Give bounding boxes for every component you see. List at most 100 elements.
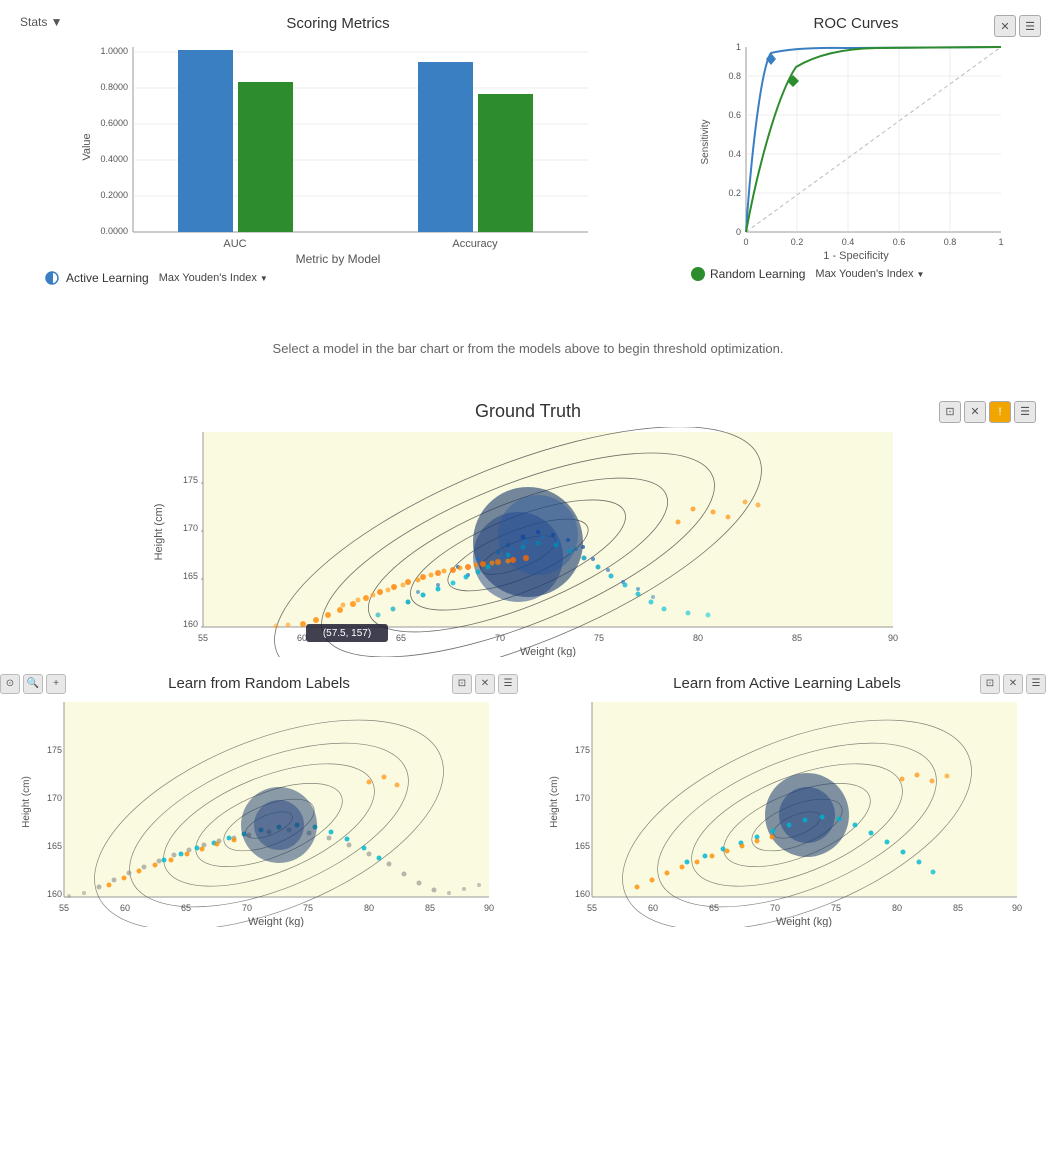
svg-text:70: 70 [770,903,780,913]
active-learning-label: Active Learning [66,271,149,285]
svg-text:70: 70 [242,903,252,913]
threshold-message: Select a model in the bar chart or from … [0,311,1056,376]
svg-text:55: 55 [198,633,208,643]
lr-icon1[interactable]: ⊙ [0,674,20,694]
svg-text:0.8000: 0.8000 [100,82,128,92]
scoring-metrics-panel: Stats ▼ Scoring Metrics 0.0000 0.2000 0.… [10,10,666,291]
svg-text:0.2: 0.2 [791,237,804,247]
roc-menu-btn[interactable]: ☰ [1019,15,1041,37]
svg-text:80: 80 [693,633,703,643]
svg-text:55: 55 [59,903,69,913]
scatter-tooltip-text: (57.5, 157) [323,628,371,639]
svg-text:85: 85 [953,903,963,913]
la-close-btn[interactable]: ✕ [1003,674,1023,694]
svg-text:165: 165 [183,571,198,581]
gt-menu-btn[interactable]: ☰ [1014,401,1036,423]
svg-text:0: 0 [736,227,741,237]
bar-chart-svg[interactable]: 0.0000 0.2000 0.4000 0.6000 0.8000 1.000… [15,37,661,257]
svg-text:90: 90 [484,903,494,913]
lr-icon3[interactable]: + [46,674,66,694]
lr-close-btn[interactable]: ✕ [475,674,495,694]
learn-random-title: Learn from Random Labels [168,675,350,692]
la-resize-btn[interactable]: ⊡ [980,674,1000,694]
svg-text:175: 175 [47,745,62,755]
gt-warning-btn[interactable]: ! [989,401,1011,423]
ground-truth-title: Ground Truth [475,401,581,422]
svg-text:160: 160 [575,889,590,899]
ground-truth-svg[interactable]: Height (cm) 160 165 170 175 55 60 65 70 … [20,427,1036,657]
learn-random-panel: ⊙ 🔍 + Learn from Random Labels ⊡ ✕ ☰ Hei… [0,675,518,930]
learn-random-left-icons: ⊙ 🔍 + [0,674,66,694]
svg-text:55: 55 [587,903,597,913]
svg-text:0.8: 0.8 [728,71,741,81]
svg-text:Value: Value [81,133,93,160]
svg-text:Height (cm): Height (cm) [21,776,32,828]
random-learning-dot [691,267,705,281]
active-learning-icon [45,271,61,285]
svg-text:0.4: 0.4 [842,237,855,247]
svg-text:90: 90 [888,633,898,643]
roc-curves-panel: ROC Curves ✕ ☰ 0 0 [666,10,1046,291]
svg-text:165: 165 [575,841,590,851]
scoring-metrics-title: Scoring Metrics [15,15,661,32]
roc-curves-title: ROC Curves [764,15,949,32]
svg-text:Weight (kg): Weight (kg) [776,916,832,927]
svg-text:1.0000: 1.0000 [100,46,128,56]
svg-text:165: 165 [47,841,62,851]
ground-truth-section: Ground Truth ⊡ ✕ ! ☰ Height (cm) 160 165… [0,396,1056,665]
bar-accuracy-random[interactable] [478,94,533,232]
svg-text:Weight (kg): Weight (kg) [520,646,576,657]
roc-close-btn[interactable]: ✕ [994,15,1016,37]
svg-text:0.4000: 0.4000 [100,154,128,164]
ground-truth-icons: ⊡ ✕ ! ☰ [939,401,1036,423]
svg-text:0.4: 0.4 [728,149,741,159]
bar-accuracy-active[interactable] [418,62,473,232]
learn-random-icons: ⊡ ✕ ☰ [452,674,518,694]
svg-text:Sensitivity: Sensitivity [700,119,711,164]
svg-text:0.0000: 0.0000 [100,226,128,236]
svg-text:85: 85 [792,633,802,643]
lr-resize-btn[interactable]: ⊡ [452,674,472,694]
bar-chart-container: 0.0000 0.2000 0.4000 0.6000 0.8000 1.000… [15,37,661,260]
la-menu-btn[interactable]: ☰ [1026,674,1046,694]
svg-text:0.8: 0.8 [944,237,957,247]
svg-text:0: 0 [743,237,748,247]
svg-text:75: 75 [831,903,841,913]
lr-menu-btn[interactable]: ☰ [498,674,518,694]
bar-auc-active[interactable] [178,50,233,232]
svg-text:170: 170 [575,793,590,803]
svg-text:Accuracy: Accuracy [452,238,498,250]
svg-text:0.2000: 0.2000 [100,190,128,200]
learn-active-title: Learn from Active Learning Labels [673,675,901,692]
svg-text:65: 65 [181,903,191,913]
svg-text:170: 170 [183,523,198,533]
gt-close-btn[interactable]: ✕ [964,401,986,423]
roc-chart-container: 0 0.2 0.4 0.6 0.8 1 0 0.2 0.4 0.6 0.8 1 … [671,37,1041,260]
svg-text:60: 60 [297,633,307,643]
svg-text:0.6000: 0.6000 [100,118,128,128]
stats-button[interactable]: Stats ▼ [20,15,63,29]
svg-text:170: 170 [47,793,62,803]
learn-random-svg[interactable]: Height (cm) 160 165 170 175 55 60 65 70 … [0,697,518,927]
svg-text:160: 160 [183,619,198,629]
svg-text:175: 175 [183,475,198,485]
random-learning-dropdown[interactable]: Max Youden's Index [811,266,928,282]
svg-text:90: 90 [1012,903,1022,913]
svg-text:60: 60 [120,903,130,913]
svg-text:80: 80 [892,903,902,913]
roc-chart-svg[interactable]: 0 0.2 0.4 0.6 0.8 1 0 0.2 0.4 0.6 0.8 1 … [671,37,1041,257]
lr-icon2[interactable]: 🔍 [23,674,43,694]
svg-text:80: 80 [364,903,374,913]
active-learning-dropdown[interactable]: Max Youden's Index [155,270,272,286]
random-learning-label: Random Learning [710,267,805,281]
learn-active-panel: Learn from Active Learning Labels ⊡ ✕ ☰ … [528,675,1046,930]
svg-text:0.2: 0.2 [728,188,741,198]
svg-text:65: 65 [396,633,406,643]
gt-resize-btn[interactable]: ⊡ [939,401,961,423]
svg-text:75: 75 [303,903,313,913]
ground-truth-chart-container: Height (cm) 160 165 170 175 55 60 65 70 … [20,427,1036,660]
svg-text:60: 60 [648,903,658,913]
learn-active-svg[interactable]: Height (cm) 160 165 170 175 55 60 65 70 … [528,697,1046,927]
svg-text:Height (cm): Height (cm) [549,776,560,828]
bar-auc-random[interactable] [238,82,293,232]
